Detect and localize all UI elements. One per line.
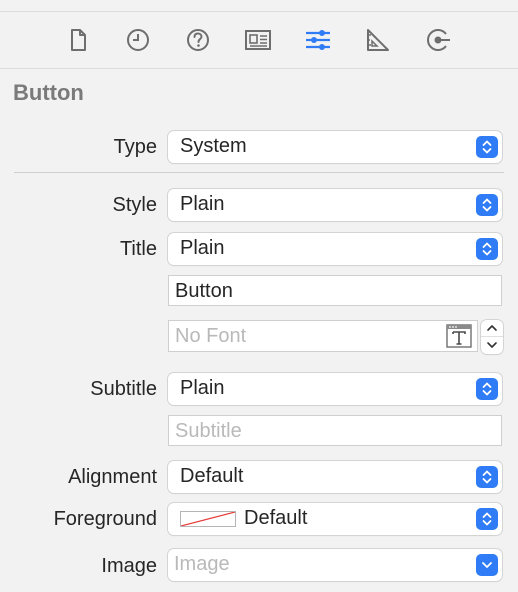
font-picker-icon[interactable] — [445, 322, 473, 350]
title-text-value: Button — [175, 280, 233, 302]
type-popup[interactable]: System — [168, 131, 502, 163]
attributes-inspector-icon[interactable] — [304, 26, 332, 54]
section-divider — [14, 172, 504, 173]
subtitle-placeholder: Subtitle — [175, 420, 242, 442]
title-value: Plain — [180, 237, 225, 259]
up-down-chevron-icon — [476, 136, 498, 158]
up-down-chevron-icon — [476, 508, 498, 530]
style-value: Plain — [180, 193, 225, 215]
font-size-stepper[interactable] — [481, 320, 503, 354]
title-label: Title — [119, 238, 157, 260]
alignment-value: Default — [180, 465, 244, 487]
type-value: System — [180, 135, 247, 157]
style-popup[interactable]: Plain — [168, 189, 502, 221]
connections-inspector-icon[interactable] — [424, 26, 452, 54]
inspector-toolbar — [0, 12, 518, 68]
type-label: Type — [113, 136, 157, 158]
color-swatch — [180, 511, 236, 527]
title-font-field[interactable]: No Font — [168, 320, 478, 352]
quick-help-icon[interactable] — [184, 26, 212, 54]
up-down-chevron-icon — [476, 194, 498, 216]
identity-inspector-icon[interactable] — [244, 26, 272, 54]
font-placeholder: No Font — [175, 325, 247, 347]
subtitle-label: Subtitle — [90, 378, 157, 400]
title-text-field[interactable]: Button — [168, 275, 502, 306]
image-placeholder: Image — [174, 553, 230, 575]
up-down-chevron-icon — [476, 378, 498, 400]
alignment-popup[interactable]: Default — [168, 461, 502, 493]
foreground-value: Default — [244, 507, 308, 529]
image-label: Image — [101, 555, 157, 577]
title-popup[interactable]: Plain — [168, 233, 502, 265]
subtitle-text-field[interactable]: Subtitle — [168, 415, 502, 446]
size-inspector-icon[interactable] — [364, 26, 392, 54]
toolbar-divider — [0, 68, 518, 69]
up-down-chevron-icon — [476, 466, 498, 488]
chevron-down-icon[interactable] — [476, 554, 498, 576]
subtitle-popup[interactable]: Plain — [168, 373, 502, 405]
image-combo-box[interactable]: Image — [168, 549, 502, 581]
foreground-label: Foreground — [53, 508, 157, 530]
subtitle-value: Plain — [180, 377, 225, 399]
history-inspector-icon[interactable] — [124, 26, 152, 54]
foreground-color-popup[interactable]: Default — [168, 503, 502, 535]
section-title: Button — [13, 80, 84, 105]
up-down-chevron-icon — [476, 238, 498, 260]
alignment-label: Alignment — [68, 466, 157, 488]
style-label: Style — [112, 194, 157, 216]
file-inspector-icon[interactable] — [64, 26, 92, 54]
